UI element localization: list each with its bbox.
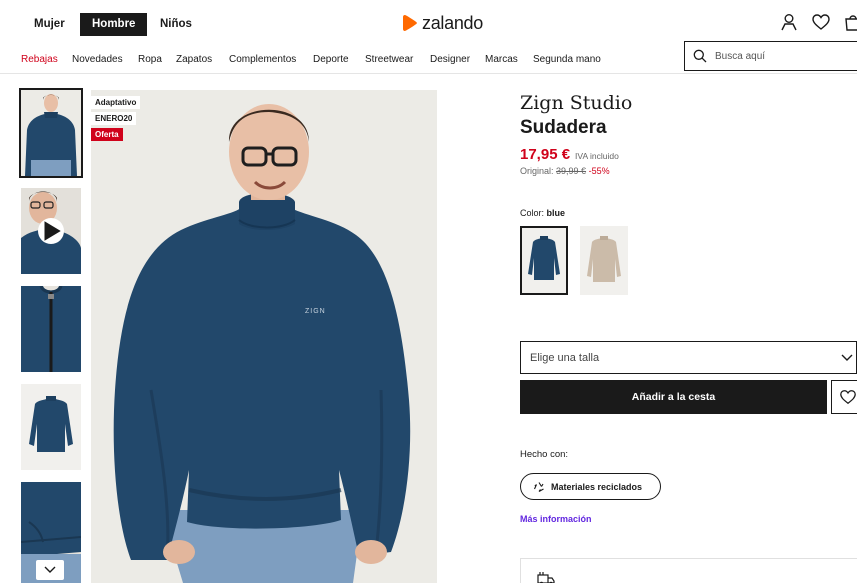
- nav-zapatos[interactable]: Zapatos: [176, 54, 212, 65]
- bag-icon[interactable]: [843, 12, 857, 32]
- made-with-label: Hecho con:: [520, 449, 569, 460]
- discount-percentage: -55%: [588, 166, 610, 176]
- size-select-label: Elige una talla: [530, 351, 600, 364]
- offer-badge: Oferta: [91, 128, 123, 141]
- color-swatch-blue[interactable]: [520, 226, 568, 295]
- sweatshirt-print: ZIGN: [305, 308, 326, 315]
- price-row: 17,95 € IVA incluido: [520, 146, 619, 163]
- thumbnail-4[interactable]: [21, 384, 81, 470]
- search-input[interactable]: [715, 50, 855, 62]
- vat-note: IVA incluido: [575, 151, 619, 161]
- delivery-truck-icon: [537, 572, 555, 583]
- thumbnail-2-video[interactable]: [21, 188, 81, 274]
- color-swatch-beige[interactable]: [580, 226, 628, 295]
- gender-tab-mujer[interactable]: Mujer: [22, 13, 77, 36]
- nav-marcas[interactable]: Marcas: [485, 54, 518, 65]
- gender-tab-ninos[interactable]: Niños: [148, 13, 204, 36]
- thumbnail-3[interactable]: [21, 286, 81, 372]
- search-icon: [693, 49, 707, 63]
- original-label: Original:: [520, 166, 554, 176]
- recycled-materials-label: Materiales reciclados: [551, 481, 643, 492]
- zalando-logo[interactable]: zalando: [402, 11, 483, 35]
- original-price: 39,99 €: [556, 166, 587, 176]
- color-label-row: Color: blue: [520, 208, 565, 218]
- play-icon: [44, 221, 61, 241]
- nav-designer[interactable]: Designer: [430, 54, 470, 65]
- add-to-wishlist-button[interactable]: [831, 380, 857, 414]
- main-product-image[interactable]: ZIGN: [91, 90, 437, 583]
- delivery-info-box: [520, 558, 857, 583]
- play-video-button[interactable]: [38, 218, 64, 244]
- size-select[interactable]: Elige una talla: [520, 341, 857, 374]
- beige-sweatshirt-swatch-image: [580, 226, 628, 295]
- nav-segunda-mano[interactable]: Segunda mano: [533, 54, 601, 65]
- original-price-row: Original: 39,99 € -55%: [520, 166, 610, 176]
- recycle-icon: [533, 481, 544, 492]
- current-price: 17,95 €: [520, 146, 571, 163]
- promo-code-badge: ENERO20: [91, 112, 137, 125]
- nav-novedades[interactable]: Novedades: [72, 54, 123, 65]
- nav-streetwear[interactable]: Streetwear: [365, 54, 413, 65]
- recycled-materials-pill[interactable]: Materiales reciclados: [520, 473, 661, 500]
- gender-tab-hombre[interactable]: Hombre: [80, 13, 148, 36]
- model-wearing-sweatshirt-image: [91, 90, 437, 583]
- nav-rebajas[interactable]: Rebajas: [21, 54, 58, 65]
- thumbnail-1[interactable]: [19, 88, 83, 178]
- nav-ropa[interactable]: Ropa: [138, 54, 162, 65]
- top-header: Mujer Hombre Niños zalando: [0, 0, 857, 46]
- add-to-cart-button[interactable]: Añadir a la cesta: [520, 380, 827, 414]
- thumbnails-scroll-down-button[interactable]: [36, 560, 64, 580]
- thumbnail-back-zipper-image: [21, 286, 81, 372]
- thumbnail-model-front-image: [21, 90, 81, 176]
- color-label: Color:: [520, 208, 545, 218]
- more-info-link[interactable]: Más información: [520, 514, 592, 524]
- chevron-down-icon: [841, 354, 853, 361]
- nav-deporte[interactable]: Deporte: [313, 54, 349, 65]
- search-box[interactable]: [684, 41, 857, 71]
- adaptive-badge: Adaptativo: [91, 96, 141, 109]
- color-value: blue: [546, 208, 566, 218]
- nav-complementos[interactable]: Complementos: [229, 54, 296, 65]
- blue-sweatshirt-swatch-image: [522, 228, 566, 293]
- image-badges: Adaptativo ENERO20 Oferta: [91, 96, 141, 141]
- thumbnail-flat-product-image: [21, 384, 81, 470]
- product-name: Sudadera: [520, 117, 607, 138]
- chevron-down-icon: [44, 566, 56, 573]
- zalando-play-logo-icon: [403, 15, 417, 31]
- brand-name[interactable]: Zign Studio: [520, 92, 632, 114]
- heart-icon[interactable]: [811, 12, 831, 32]
- heart-icon: [840, 390, 856, 405]
- logo-text: zalando: [422, 12, 483, 33]
- user-icon[interactable]: [779, 12, 799, 32]
